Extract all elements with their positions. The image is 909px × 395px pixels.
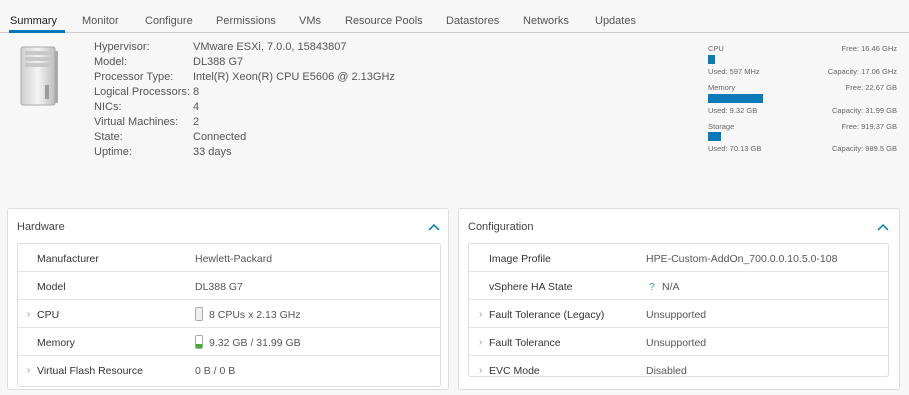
vsphere-ha-state-label: vSphere HA State xyxy=(489,281,573,293)
logical-processors-value: 8 xyxy=(193,86,200,98)
tab-bar: Summary Monitor Configure Permissions VM… xyxy=(0,0,909,33)
table-row-evc-mode[interactable]: › EVC Mode Disabled xyxy=(469,356,888,377)
logical-processors-label: Logical Processors: xyxy=(94,86,190,98)
hardware-panel-title: Hardware xyxy=(17,221,65,233)
memory-free: Free: 22.67 GB xyxy=(845,83,897,92)
tab-configure[interactable]: Configure xyxy=(145,15,193,27)
storage-usage-bar xyxy=(708,132,721,141)
virtual-flash-label: Virtual Flash Resource xyxy=(37,365,144,377)
hardware-collapse-chevron-up-icon[interactable] xyxy=(428,222,440,232)
cpu-value: 8 CPUs x 2.13 GHz xyxy=(209,309,301,321)
tab-updates[interactable]: Updates xyxy=(595,15,636,27)
table-row-virtual-flash[interactable]: › Virtual Flash Resource 0 B / 0 B xyxy=(18,356,440,384)
model-label: Model: xyxy=(94,56,128,68)
table-row: Manufacturer Hewlett-Packard xyxy=(18,244,440,272)
evc-mode-value: Disabled xyxy=(646,365,687,377)
hypervisor-value: VMware ESXi, 7.0.0, 15843807 xyxy=(193,41,347,53)
nics-label: NICs: xyxy=(94,101,122,113)
state-label: State: xyxy=(94,131,123,143)
image-profile-label: Image Profile xyxy=(489,253,551,265)
tab-resource-pools[interactable]: Resource Pools xyxy=(345,15,423,27)
memory-value: 9.32 GB / 31.99 GB xyxy=(209,337,301,349)
processor-type-value: Intel(R) Xeon(R) CPU E5606 @ 2.13GHz xyxy=(193,71,395,83)
tab-monitor[interactable]: Monitor xyxy=(82,15,119,27)
processor-type-label: Processor Type: xyxy=(94,71,174,83)
configuration-collapse-chevron-up-icon[interactable] xyxy=(877,222,889,232)
fault-tolerance-legacy-value: Unsupported xyxy=(646,309,707,321)
cpu-used: Used: 597 MHz xyxy=(708,67,760,76)
memory-capacity: Capacity: 31.99 GB xyxy=(831,106,897,115)
memory-meter-title: Memory xyxy=(708,83,736,92)
memory-label: Memory xyxy=(37,337,75,349)
chevron-right-icon[interactable]: › xyxy=(479,309,482,320)
tab-summary[interactable]: Summary xyxy=(10,15,57,27)
hw-model-label: Model xyxy=(37,281,66,293)
hardware-table: Manufacturer Hewlett-Packard Model DL388… xyxy=(17,243,441,387)
uptime-label: Uptime: xyxy=(94,146,132,158)
vsphere-ha-state-value: N/A xyxy=(662,281,680,293)
tab-permissions[interactable]: Permissions xyxy=(216,15,276,27)
virtual-flash-value: 0 B / 0 B xyxy=(195,365,236,377)
manufacturer-label: Manufacturer xyxy=(37,253,99,265)
table-row-cpu[interactable]: › CPU 8 CPUs x 2.13 GHz xyxy=(18,300,440,328)
fault-tolerance-value: Unsupported xyxy=(646,337,707,349)
model-value: DL388 G7 xyxy=(193,56,244,68)
chevron-right-icon[interactable]: › xyxy=(479,365,482,376)
server-host-icon xyxy=(19,45,59,107)
image-profile-value: HPE-Custom-AddOn_700.0.0.10.5.0-108 xyxy=(646,253,838,265)
manufacturer-value: Hewlett-Packard xyxy=(195,253,273,265)
evc-mode-label: EVC Mode xyxy=(489,365,540,377)
tab-datastores[interactable]: Datastores xyxy=(446,15,499,27)
state-value: Connected xyxy=(193,131,247,143)
tab-vms[interactable]: VMs xyxy=(299,15,321,27)
memory-gauge-icon xyxy=(195,335,203,349)
storage-capacity: Capacity: 989.5 GB xyxy=(831,144,897,153)
nics-value: 4 xyxy=(193,101,200,113)
hw-model-value: DL388 G7 xyxy=(195,281,243,293)
table-row: Model DL388 G7 xyxy=(18,272,440,300)
memory-used: Used: 9.32 GB xyxy=(708,106,758,115)
cpu-label: CPU xyxy=(37,309,60,321)
memory-usage-bar xyxy=(708,94,763,103)
hypervisor-label: Hypervisor: xyxy=(94,41,150,53)
cpu-icon xyxy=(195,307,203,321)
chevron-right-icon[interactable]: › xyxy=(27,365,30,376)
table-row: vSphere HA State ? N/A xyxy=(469,272,888,300)
active-tab-indicator xyxy=(9,30,65,33)
fault-tolerance-label: Fault Tolerance xyxy=(489,337,561,349)
table-row: Memory 9.32 GB / 31.99 GB xyxy=(18,328,440,356)
virtual-machines-value: 2 xyxy=(193,116,200,128)
cpu-capacity: Capacity: 17.06 GHz xyxy=(827,67,897,76)
cpu-free: Free: 16.46 GHz xyxy=(841,44,897,53)
virtual-machines-label: Virtual Machines: xyxy=(94,116,179,128)
storage-used: Used: 70.13 GB xyxy=(708,144,762,153)
cpu-meter-title: CPU xyxy=(708,44,724,53)
hardware-panel: Hardware Manufacturer Hewlett-Packard Mo… xyxy=(7,208,449,390)
table-row-fault-tolerance-legacy[interactable]: › Fault Tolerance (Legacy) Unsupported xyxy=(469,300,888,328)
fault-tolerance-legacy-label: Fault Tolerance (Legacy) xyxy=(489,309,605,321)
storage-meter-title: Storage xyxy=(708,122,735,131)
tab-networks[interactable]: Networks xyxy=(523,15,569,27)
configuration-panel-title: Configuration xyxy=(468,221,534,233)
cpu-usage-bar xyxy=(708,55,715,64)
chevron-right-icon[interactable]: › xyxy=(27,309,30,320)
storage-free: Free: 919.37 GB xyxy=(841,122,897,131)
configuration-panel: Configuration Image Profile HPE-Custom-A… xyxy=(458,208,900,390)
table-row-fault-tolerance[interactable]: › Fault Tolerance Unsupported xyxy=(469,328,888,356)
help-question-icon: ? xyxy=(649,281,655,293)
chevron-right-icon[interactable]: › xyxy=(479,337,482,348)
configuration-table: Image Profile HPE-Custom-AddOn_700.0.0.1… xyxy=(468,243,889,377)
uptime-value: 33 days xyxy=(193,146,232,158)
table-row: Image Profile HPE-Custom-AddOn_700.0.0.1… xyxy=(469,244,888,272)
